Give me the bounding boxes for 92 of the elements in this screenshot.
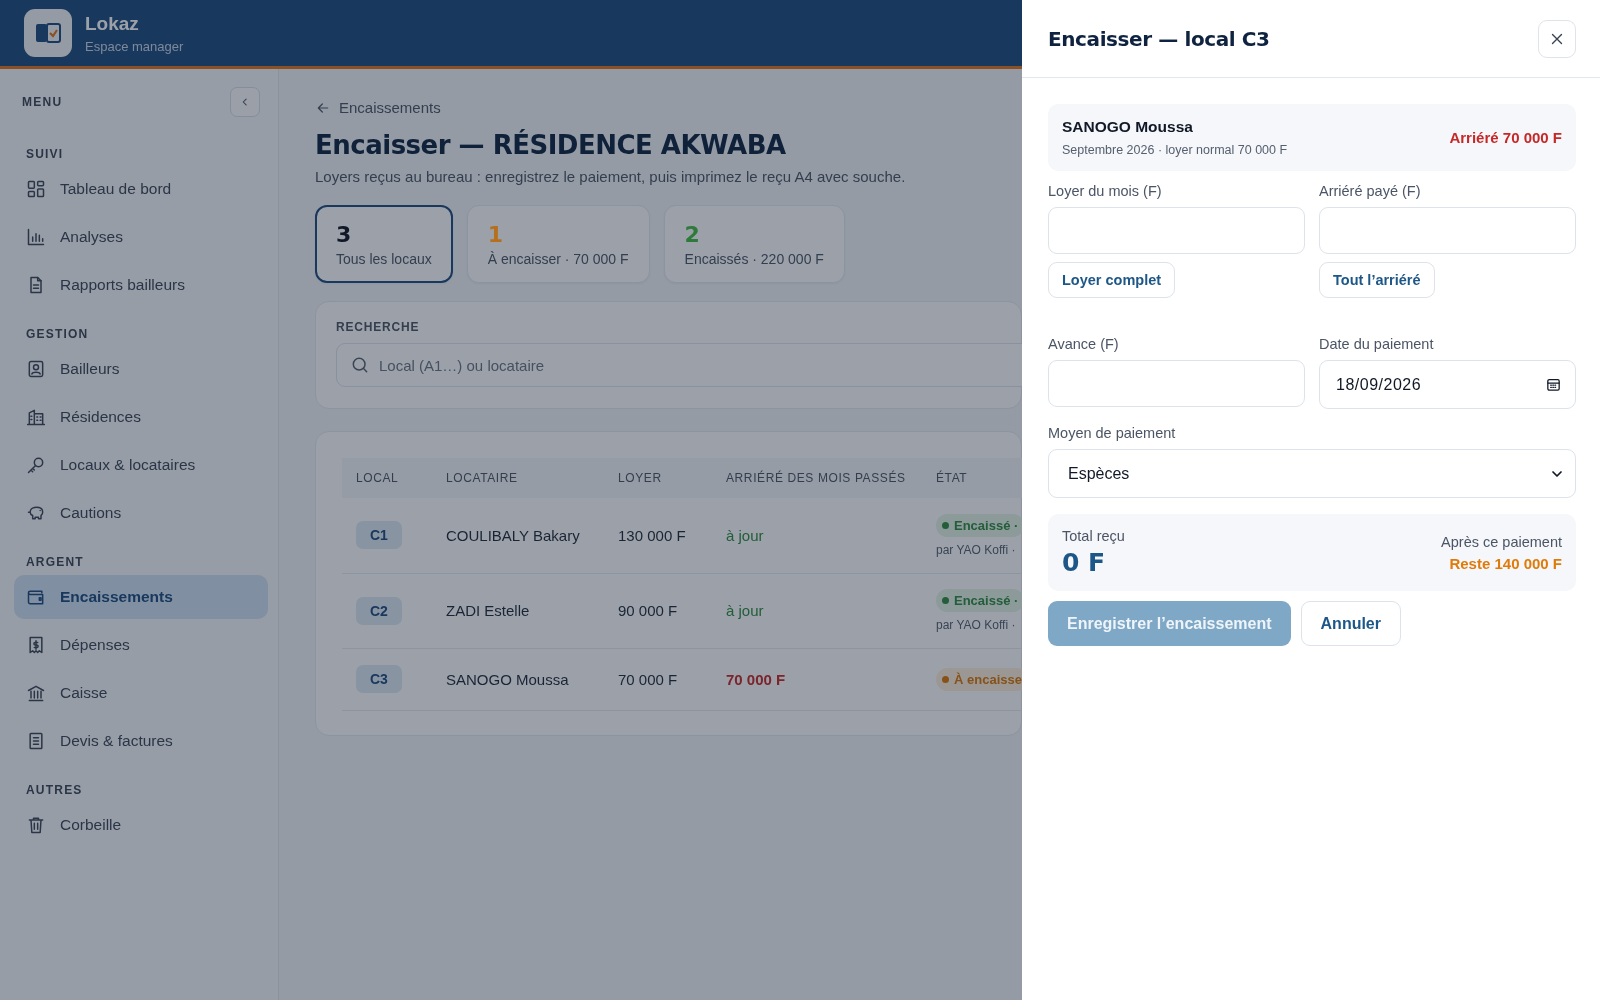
grid-icon xyxy=(26,179,46,199)
table-cell: 130 000 F xyxy=(604,498,712,573)
sidebar-item[interactable]: Résidences xyxy=(14,395,268,439)
column-header: ÉTAT xyxy=(922,458,1022,498)
receipt-icon xyxy=(26,635,46,655)
table-cell: 70 000 F xyxy=(712,648,922,710)
section-heading: AUTRES xyxy=(25,782,84,799)
building-icon xyxy=(26,407,46,427)
stat-value: 1 xyxy=(487,221,505,247)
column-header: ARRIÉRÉ DES MOIS PASSÉS xyxy=(712,458,922,498)
sidebar-item[interactable]: Cautions xyxy=(14,491,268,535)
input-field[interactable] xyxy=(1319,207,1576,254)
column-header: LOYER xyxy=(604,458,712,498)
quick-fill-button[interactable]: Loyer complet xyxy=(1048,262,1176,298)
table-cell: SANOGO Moussa xyxy=(432,648,604,710)
stat-value: 3 xyxy=(336,221,353,247)
stat-label: À encaisser · 70 000 F xyxy=(487,250,629,267)
page-title: Encaisser — RÉSIDENCE AKWABA xyxy=(315,130,787,160)
sidebar-item[interactable]: Corbeille xyxy=(14,803,268,847)
sidebar-item[interactable]: Bailleurs xyxy=(14,347,268,391)
back-link[interactable]: Encaissements xyxy=(315,99,441,116)
section-heading: GESTION xyxy=(25,326,90,343)
total-label: Total reçu xyxy=(1062,528,1125,544)
local-tag: C2 xyxy=(356,596,402,625)
column-header: LOCAL xyxy=(342,458,432,498)
local-tag: C3 xyxy=(356,665,402,693)
input-field[interactable] xyxy=(1048,207,1305,254)
drawer-title: Encaisser — local C3 xyxy=(1048,26,1270,51)
field-label: Moyen de paiement xyxy=(1048,425,1176,441)
field-label: Date du paiement xyxy=(1319,336,1434,352)
piggy-bank-icon xyxy=(26,503,46,523)
app-subtitle: Espace manager xyxy=(85,38,184,54)
key-icon xyxy=(26,455,46,475)
after-payment-label: Après ce paiement xyxy=(1441,533,1562,550)
field-label: Loyer du mois (F) xyxy=(1048,183,1162,199)
app-name: Lokaz xyxy=(85,12,140,35)
app-logo xyxy=(24,9,72,57)
search-field[interactable]: Local (A1…) ou locataire xyxy=(336,343,1022,387)
status-badge: Encaissé · xyxy=(936,589,1022,612)
table-cell: à jour xyxy=(712,498,922,573)
document-icon xyxy=(26,731,46,751)
input-field[interactable] xyxy=(1048,360,1305,407)
date-field[interactable]: 18/09/2026 xyxy=(1319,360,1576,409)
stat-card[interactable]: 2 Encaissés · 220 000 F xyxy=(663,205,845,283)
wallet-icon xyxy=(26,587,46,607)
status-badge: Encaissé · xyxy=(936,513,1022,537)
payment-method-select[interactable]: Espèces xyxy=(1048,449,1576,498)
remaining-amount: Reste 140 000 F xyxy=(1449,554,1562,572)
sidebar-item[interactable]: Analyses xyxy=(14,215,268,259)
local-tag: C1 xyxy=(356,521,402,550)
arrears-amount: Arriéré 70 000 F xyxy=(1449,129,1562,146)
table-cell: 70 000 F xyxy=(604,648,712,710)
table-cell: COULIBALY Bakary xyxy=(432,498,604,573)
section-heading: SUIVI xyxy=(25,146,65,163)
menu-heading: MENU xyxy=(22,95,63,109)
field-label: Arriéré payé (F) xyxy=(1319,183,1421,199)
stat-label: Tous les locaux xyxy=(336,250,432,267)
tenant-detail: Septembre 2026 · loyer normal 70 000 F xyxy=(1062,143,1288,157)
close-button[interactable] xyxy=(1538,19,1576,58)
section-heading: ARGENT xyxy=(25,554,85,571)
sidebar-item[interactable]: Devis & factures xyxy=(14,719,268,763)
total-value: 0 F xyxy=(1062,548,1107,577)
cancel-button[interactable]: Annuler xyxy=(1300,601,1401,646)
bank-icon xyxy=(26,683,46,703)
id-card-icon xyxy=(26,359,46,379)
table-cell: à jour xyxy=(712,573,922,648)
status-badge: À encaisse xyxy=(936,667,1022,691)
status-note: par YAO Koffi · xyxy=(936,542,1017,557)
quick-fill-button[interactable]: Tout l’arriéré xyxy=(1319,262,1435,298)
stat-value: 2 xyxy=(684,221,701,247)
table-cell: ZADI Estelle xyxy=(432,573,604,648)
tenant-name: SANOGO Moussa xyxy=(1062,118,1194,136)
collapse-button[interactable] xyxy=(230,87,260,117)
calendar-icon xyxy=(1545,376,1562,393)
page-subtitle: Loyers reçus au bureau : enregistrez le paiement, puis imprimez le reçu A4 avec souche. xyxy=(315,168,907,185)
sidebar-item[interactable]: Rapports bailleurs xyxy=(14,263,268,307)
field-label: Avance (F) xyxy=(1048,336,1119,352)
stat-label: Encaissés · 220 000 F xyxy=(684,250,824,267)
stat-card[interactable]: 3 Tous les locaux xyxy=(315,205,453,283)
sidebar-item[interactable]: Dépenses xyxy=(14,623,268,667)
sidebar-item[interactable]: Caisse xyxy=(14,671,268,715)
search-icon xyxy=(350,355,370,375)
column-header: LOCATAIRE xyxy=(432,458,604,498)
sidebar-item[interactable]: Locaux & locataires xyxy=(14,443,268,487)
search-label: RECHERCHE xyxy=(336,320,421,334)
table-cell: 90 000 F xyxy=(604,573,712,648)
sidebar-item[interactable]: Encaissements xyxy=(14,575,268,619)
trash-icon xyxy=(26,815,46,835)
bar-chart-icon xyxy=(26,227,46,247)
status-note: par YAO Koffi · xyxy=(936,618,1017,632)
stat-card[interactable]: 1 À encaisser · 70 000 F xyxy=(466,205,650,283)
sidebar-item[interactable]: Tableau de bord xyxy=(14,167,268,211)
